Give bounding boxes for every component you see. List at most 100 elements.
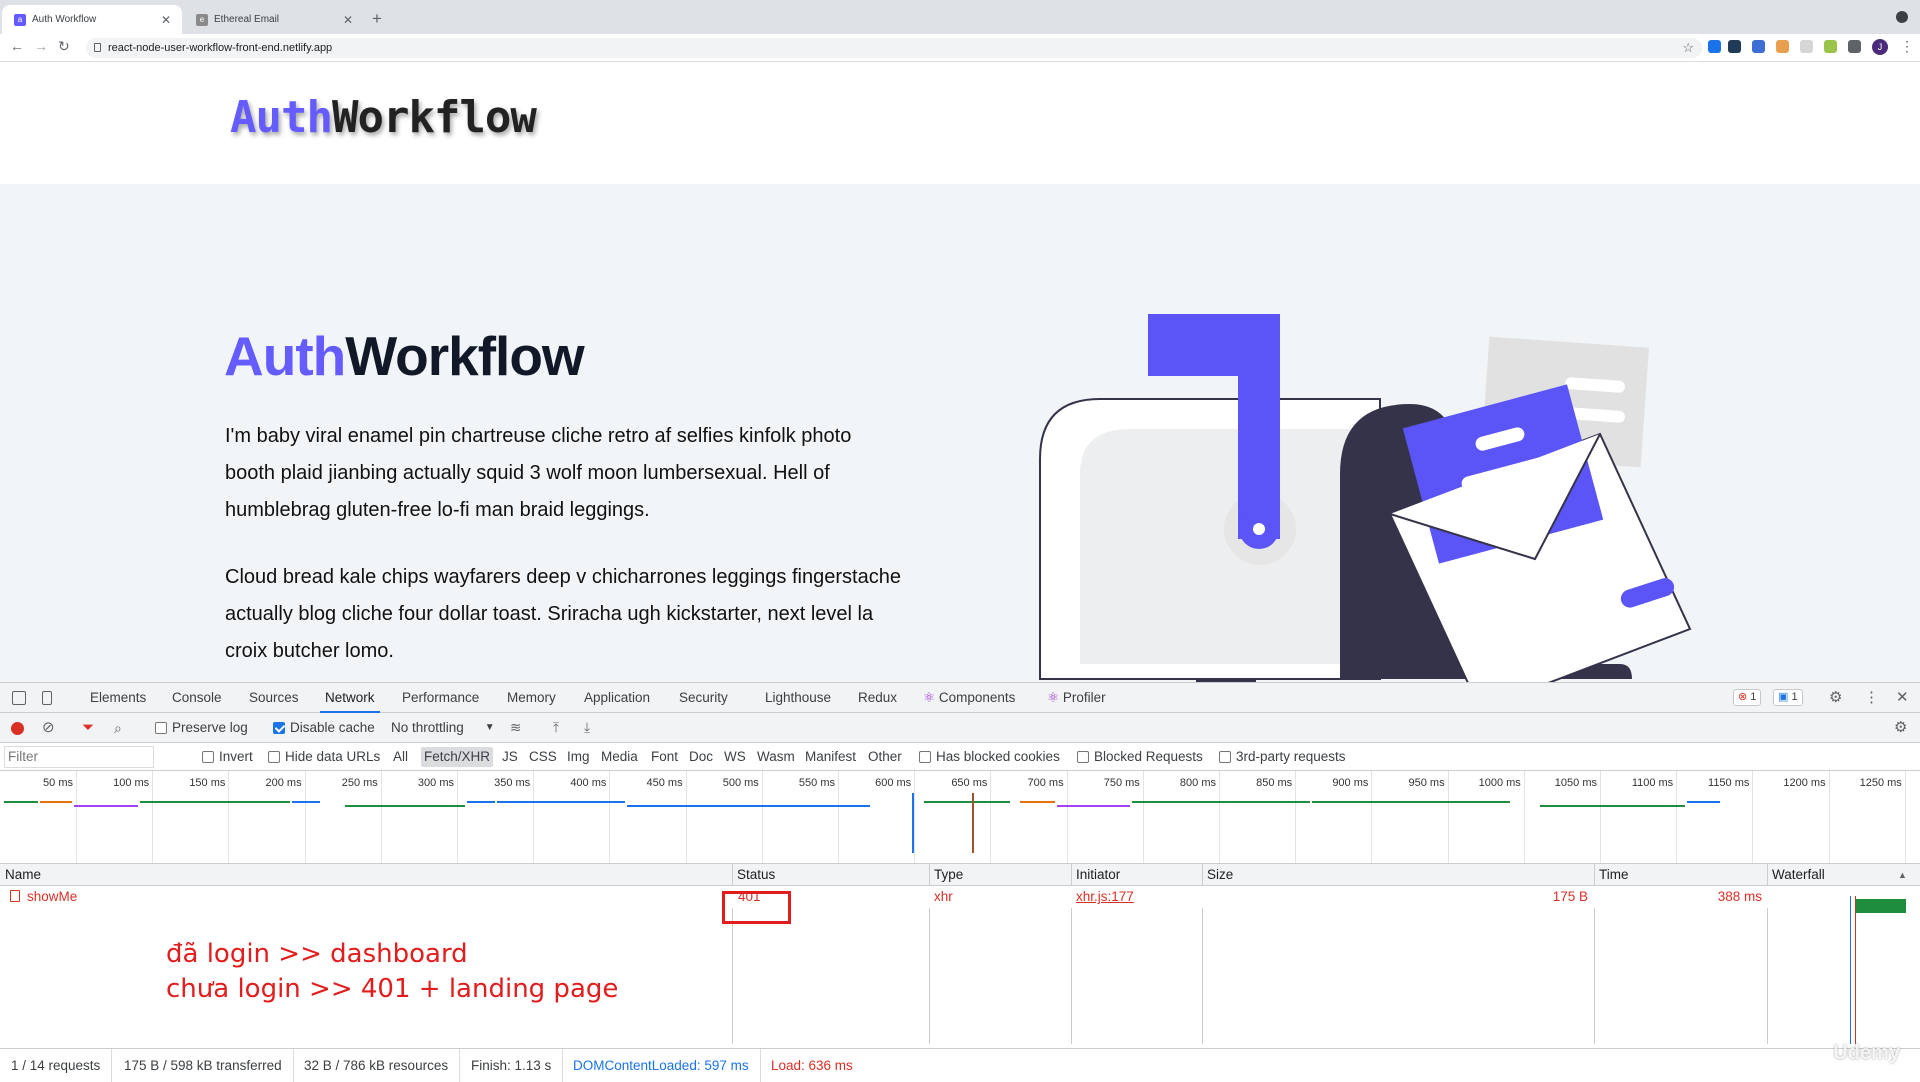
bookmark-star-icon[interactable]: ☆	[1682, 38, 1694, 58]
request-name[interactable]: showMe	[10, 886, 77, 908]
reload-icon[interactable]: ↻	[58, 38, 70, 55]
timeline-activity-segment	[74, 805, 138, 807]
profile-avatar[interactable]: J	[1872, 39, 1888, 55]
tab-application[interactable]: Application	[584, 683, 650, 713]
type-filter-ws[interactable]: WS	[724, 743, 746, 771]
table-row[interactable]: showMe 401 xhr xhr.js:177 175 B 388 ms	[0, 886, 1920, 908]
record-button[interactable]	[11, 713, 24, 743]
sort-ascending-icon[interactable]: ▲	[1893, 864, 1907, 886]
new-tab-button[interactable]: +	[372, 9, 382, 29]
type-filter-other[interactable]: Other	[868, 743, 902, 771]
tab-close-icon[interactable]: ✕	[158, 13, 174, 27]
request-initiator-link[interactable]: xhr.js:177	[1076, 886, 1134, 908]
import-har-icon[interactable]: ⤒	[553, 713, 559, 743]
disable-cache-checkbox[interactable]: Disable cache	[273, 713, 375, 743]
timeline-tick-label: 1100 ms	[1631, 777, 1674, 789]
devtools-tabbar: Elements Console Sources Network Perform…	[0, 683, 1920, 713]
tab-memory[interactable]: Memory	[507, 683, 556, 713]
column-size[interactable]: Size	[1202, 864, 1233, 886]
extension-green-icon[interactable]	[1824, 40, 1837, 53]
site-logo[interactable]: AuthWorkflow	[230, 92, 537, 143]
network-settings-icon[interactable]: ⚙	[1894, 713, 1907, 743]
settings-gear-icon[interactable]: ⚙	[1829, 688, 1842, 706]
message-count-badge[interactable]: ▣ 1	[1773, 689, 1803, 706]
type-filter-wasm[interactable]: Wasm	[757, 743, 795, 771]
column-time[interactable]: Time	[1594, 864, 1629, 886]
logo-part-workflow: Workflow	[331, 92, 537, 143]
has-blocked-cookies-checkbox[interactable]: Has blocked cookies	[919, 743, 1060, 771]
third-party-checkbox[interactable]: 3rd-party requests	[1219, 743, 1346, 771]
back-arrow-icon[interactable]: ←	[10, 38, 24, 54]
type-filter-all[interactable]: All	[393, 743, 408, 771]
devtools-menu-icon[interactable]: ⋮	[1864, 688, 1879, 706]
throttling-select[interactable]: No throttling ▼	[391, 713, 495, 743]
hero-title-auth: Auth	[224, 325, 346, 387]
export-har-icon[interactable]: ⤓	[584, 713, 590, 743]
tab-auth-workflow[interactable]: a Auth Workflow ✕	[2, 5, 182, 34]
timeline-tick-label: 850 ms	[1256, 777, 1293, 789]
tab-profiler[interactable]: ⚛ Profiler	[1047, 683, 1106, 713]
tab-performance[interactable]: Performance	[402, 683, 479, 713]
filter-toggle-icon[interactable]: ⏷	[82, 713, 94, 743]
browser-menu-icon[interactable]: ⋮	[1900, 38, 1914, 55]
type-filter-css[interactable]: CSS	[529, 743, 557, 771]
type-filter-media[interactable]: Media	[601, 743, 638, 771]
tab-console[interactable]: Console	[172, 683, 222, 713]
timeline-tick-label: 100 ms	[113, 777, 150, 789]
timeline-tick-label: 350 ms	[494, 777, 531, 789]
column-status[interactable]: Status	[732, 864, 775, 886]
address-bar[interactable]: react-node-user-workflow-front-end.netli…	[86, 38, 1702, 58]
device-toolbar-icon[interactable]	[42, 691, 52, 705]
forward-arrow-icon[interactable]: →	[34, 38, 48, 54]
type-filter-fetch-xhr[interactable]: Fetch/XHR	[421, 743, 494, 771]
tab-sources[interactable]: Sources	[249, 683, 299, 713]
extension-iq-icon[interactable]	[1708, 40, 1721, 53]
column-waterfall[interactable]: Waterfall	[1767, 864, 1825, 886]
preserve-log-checkbox[interactable]: Preserve log	[155, 713, 248, 743]
hide-data-urls-label: Hide data URLs	[285, 749, 381, 764]
close-devtools-icon[interactable]: ✕	[1896, 688, 1909, 706]
tab-search-icon[interactable]	[1896, 11, 1908, 23]
tab-elements[interactable]: Elements	[90, 683, 146, 713]
extension-dark-icon[interactable]	[1728, 40, 1741, 53]
timeline-tick: 900 ms	[1332, 771, 1373, 863]
tab-ethereal-email[interactable]: e Ethereal Email ✕	[184, 5, 364, 34]
type-filter-manifest[interactable]: Manifest	[805, 743, 856, 771]
type-filter-js[interactable]: JS	[502, 743, 518, 771]
extension-light-icon[interactable]	[1800, 40, 1813, 53]
hero-paragraph-2: Cloud bread kale chips wayfarers deep v …	[225, 566, 901, 662]
clear-button[interactable]: ⊘	[42, 713, 55, 743]
tab-network[interactable]: Network	[320, 683, 380, 713]
blocked-requests-checkbox[interactable]: Blocked Requests	[1077, 743, 1203, 771]
tab-security[interactable]: Security	[679, 683, 728, 713]
tab-lighthouse[interactable]: Lighthouse	[765, 683, 831, 713]
timeline-tick: 500 ms	[723, 771, 763, 863]
filter-input[interactable]: Filter	[4, 746, 154, 768]
load-line	[972, 793, 974, 853]
inspect-element-icon[interactable]	[12, 691, 26, 705]
error-count-badge[interactable]: ⊗ 1	[1733, 689, 1762, 706]
invert-checkbox[interactable]: Invert	[202, 743, 253, 771]
timeline-tick-label: 150 ms	[189, 777, 226, 789]
tab-redux[interactable]: Redux	[858, 683, 897, 713]
type-filter-img[interactable]: Img	[567, 743, 590, 771]
network-summary-bar: 1 / 14 requests 175 B / 598 kB transferr…	[0, 1048, 1920, 1082]
request-name-text: showMe	[27, 889, 78, 904]
tab-components[interactable]: ⚛ Components	[923, 683, 1015, 713]
extensions-puzzle-icon[interactable]	[1848, 40, 1861, 53]
tab-close-icon[interactable]: ✕	[340, 13, 356, 27]
type-filter-font[interactable]: Font	[651, 743, 678, 771]
extension-pen-icon[interactable]	[1752, 40, 1765, 53]
timeline-tick: 550 ms	[799, 771, 839, 863]
column-name[interactable]: Name	[0, 864, 41, 886]
hide-data-urls-checkbox[interactable]: Hide data URLs	[268, 743, 380, 771]
column-initiator[interactable]: Initiator	[1071, 864, 1120, 886]
checkbox-checked	[273, 722, 285, 734]
column-type[interactable]: Type	[929, 864, 963, 886]
timeline-tick: 150 ms	[189, 771, 230, 863]
react-icon: ⚛	[1047, 690, 1060, 705]
network-conditions-icon[interactable]: ≋	[510, 713, 521, 743]
search-icon[interactable]: ⌕	[114, 713, 122, 743]
type-filter-doc[interactable]: Doc	[689, 743, 713, 771]
extension-orange-icon[interactable]	[1776, 40, 1789, 53]
